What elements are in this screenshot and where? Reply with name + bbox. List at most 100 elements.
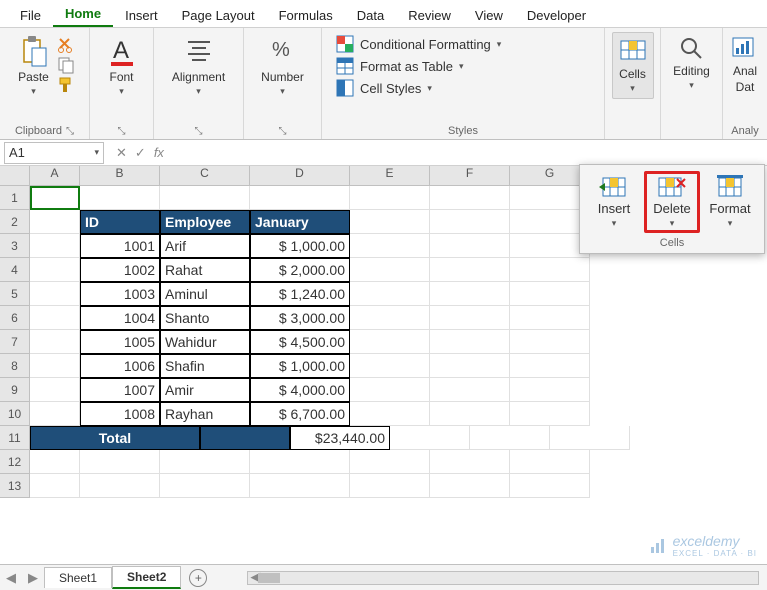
row-header[interactable]: 13 bbox=[0, 474, 30, 498]
number-launcher[interactable]: ⤡ bbox=[279, 126, 287, 137]
col-header[interactable]: G bbox=[510, 166, 590, 186]
new-sheet-button[interactable]: + bbox=[189, 569, 207, 587]
tab-data[interactable]: Data bbox=[345, 4, 396, 27]
cell[interactable]: ID bbox=[80, 210, 160, 234]
row-header[interactable]: 4 bbox=[0, 258, 30, 282]
cell[interactable] bbox=[200, 426, 290, 450]
cell[interactable]: 1007 bbox=[80, 378, 160, 402]
cell[interactable] bbox=[30, 378, 80, 402]
clipboard-launcher[interactable]: ⤡ bbox=[66, 126, 74, 137]
cell[interactable] bbox=[30, 330, 80, 354]
cell[interactable] bbox=[160, 474, 250, 498]
tab-view[interactable]: View bbox=[463, 4, 515, 27]
cell[interactable]: $23,440.00 bbox=[290, 426, 390, 450]
cell[interactable] bbox=[510, 306, 590, 330]
col-header[interactable]: F bbox=[430, 166, 510, 186]
cell[interactable] bbox=[160, 450, 250, 474]
cell[interactable] bbox=[250, 450, 350, 474]
row-header[interactable]: 6 bbox=[0, 306, 30, 330]
cell[interactable]: Arif bbox=[160, 234, 250, 258]
row-header[interactable]: 1 bbox=[0, 186, 30, 210]
analyze-data-button[interactable]: Anal Dat bbox=[727, 32, 763, 96]
cell[interactable] bbox=[350, 282, 430, 306]
cell[interactable]: January bbox=[250, 210, 350, 234]
cell[interactable]: $ 1,000.00 bbox=[250, 354, 350, 378]
cell[interactable]: 1002 bbox=[80, 258, 160, 282]
cell[interactable] bbox=[430, 402, 510, 426]
cancel-icon[interactable]: ✕ bbox=[116, 145, 127, 161]
sheet-nav-next[interactable]: ▶ bbox=[22, 570, 44, 586]
row-header[interactable]: 7 bbox=[0, 330, 30, 354]
cell[interactable] bbox=[510, 450, 590, 474]
row-header[interactable]: 11 bbox=[0, 426, 30, 450]
fx-icon[interactable]: fx bbox=[154, 145, 164, 161]
cell[interactable] bbox=[350, 330, 430, 354]
select-all-corner[interactable] bbox=[0, 166, 30, 186]
cell[interactable] bbox=[30, 306, 80, 330]
format-as-table-button[interactable]: Format as Table▾ bbox=[332, 56, 468, 76]
cell[interactable]: 1006 bbox=[80, 354, 160, 378]
row-header[interactable]: 2 bbox=[0, 210, 30, 234]
row-header[interactable]: 5 bbox=[0, 282, 30, 306]
cell[interactable]: 1005 bbox=[80, 330, 160, 354]
format-cells-button[interactable]: Format ▾ bbox=[702, 171, 758, 233]
col-header[interactable]: E bbox=[350, 166, 430, 186]
cell[interactable] bbox=[350, 186, 430, 210]
cell[interactable] bbox=[430, 474, 510, 498]
cell[interactable] bbox=[80, 474, 160, 498]
cell[interactable] bbox=[160, 186, 250, 210]
chevron-down-icon[interactable]: ▾ bbox=[94, 147, 99, 158]
col-header[interactable]: D bbox=[250, 166, 350, 186]
cell[interactable] bbox=[430, 450, 510, 474]
cell[interactable] bbox=[430, 186, 510, 210]
cell[interactable] bbox=[350, 450, 430, 474]
cell[interactable] bbox=[510, 354, 590, 378]
cell[interactable] bbox=[30, 258, 80, 282]
cell[interactable] bbox=[510, 330, 590, 354]
cell[interactable]: Employee bbox=[160, 210, 250, 234]
row-header[interactable]: 9 bbox=[0, 378, 30, 402]
cell[interactable] bbox=[510, 210, 590, 234]
alignment-launcher[interactable]: ⤡ bbox=[195, 126, 203, 137]
tab-file[interactable]: File bbox=[8, 4, 53, 27]
cell[interactable]: $ 1,000.00 bbox=[250, 234, 350, 258]
col-header[interactable]: A bbox=[30, 166, 80, 186]
cell[interactable]: $ 1,240.00 bbox=[250, 282, 350, 306]
cell[interactable] bbox=[510, 402, 590, 426]
font-button[interactable]: A Font ▾ bbox=[103, 32, 141, 99]
sheet-nav-prev[interactable]: ◀ bbox=[0, 570, 22, 586]
cell[interactable] bbox=[30, 474, 80, 498]
conditional-formatting-button[interactable]: Conditional Formatting▾ bbox=[332, 34, 505, 54]
cell[interactable]: Total bbox=[30, 426, 200, 450]
insert-cells-button[interactable]: Insert ▾ bbox=[586, 171, 642, 233]
cell[interactable]: Aminul bbox=[160, 282, 250, 306]
cell[interactable] bbox=[430, 330, 510, 354]
cell[interactable]: $ 2,000.00 bbox=[250, 258, 350, 282]
cell[interactable] bbox=[430, 258, 510, 282]
editing-button[interactable]: Editing ▾ bbox=[669, 32, 714, 93]
tab-review[interactable]: Review bbox=[396, 4, 463, 27]
cell[interactable] bbox=[510, 258, 590, 282]
cell[interactable] bbox=[510, 378, 590, 402]
tab-developer[interactable]: Developer bbox=[515, 4, 598, 27]
cell[interactable]: Wahidur bbox=[160, 330, 250, 354]
cell[interactable] bbox=[350, 474, 430, 498]
cell[interactable]: 1003 bbox=[80, 282, 160, 306]
cell[interactable] bbox=[510, 234, 590, 258]
cell[interactable] bbox=[30, 186, 80, 210]
cell[interactable] bbox=[350, 210, 430, 234]
cell[interactable] bbox=[510, 186, 590, 210]
cell[interactable]: 1001 bbox=[80, 234, 160, 258]
cell[interactable]: 1004 bbox=[80, 306, 160, 330]
scrollbar-thumb[interactable] bbox=[258, 573, 280, 583]
row-header[interactable]: 8 bbox=[0, 354, 30, 378]
cell[interactable]: Amir bbox=[160, 378, 250, 402]
cell[interactable] bbox=[30, 354, 80, 378]
cell-styles-button[interactable]: Cell Styles▾ bbox=[332, 78, 436, 98]
tab-insert[interactable]: Insert bbox=[113, 4, 170, 27]
cell[interactable] bbox=[430, 354, 510, 378]
cell[interactable] bbox=[250, 186, 350, 210]
cell[interactable] bbox=[430, 234, 510, 258]
cell[interactable] bbox=[510, 282, 590, 306]
alignment-button[interactable]: Alignment ▾ bbox=[168, 32, 229, 99]
